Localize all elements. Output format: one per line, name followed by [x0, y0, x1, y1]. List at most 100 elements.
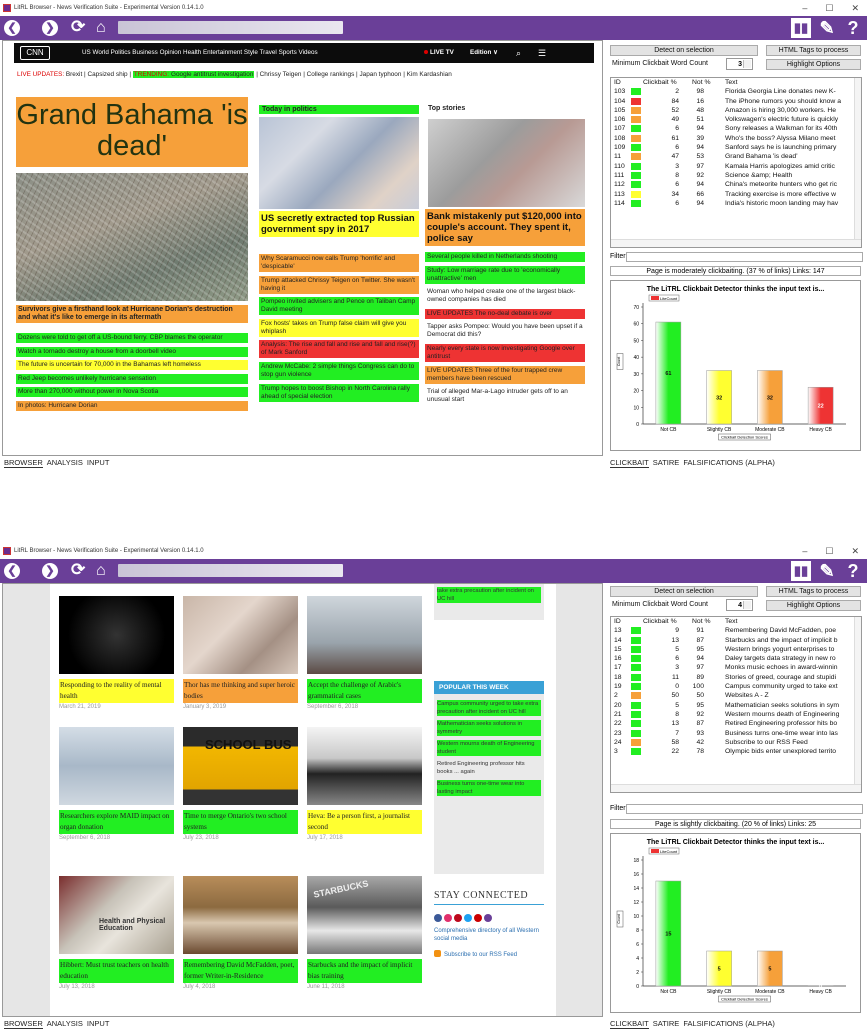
reload-icon[interactable]: ⟳ [71, 18, 85, 36]
close-button[interactable]: ✕ [851, 0, 859, 16]
story-image[interactable]: Health and Physical Education [59, 876, 174, 954]
story-caption[interactable]: Remembering David McFadden, poet, former… [183, 959, 298, 983]
rss-link[interactable]: Subscribe to our RSS Feed [434, 950, 549, 959]
vertical-scrollbar[interactable] [854, 617, 861, 784]
tools-icon[interactable]: ✎ [817, 18, 837, 38]
table-row[interactable]: 109 6 94 Sanford says he is launching prima… [611, 143, 861, 152]
story-tile[interactable]: Health and Physical Education Hibbert: Mu… [59, 876, 174, 990]
trending-link[interactable]: Chrissy Teigen [260, 71, 302, 78]
table-row[interactable]: 107 6 94 Sony releases a Walkman for its 40… [611, 124, 861, 133]
story-image[interactable]: STARBUCKS [307, 876, 422, 954]
story-caption[interactable]: Researchers explore MAID impact on organ… [59, 810, 174, 834]
home-icon[interactable]: ⌂ [96, 19, 106, 36]
back-icon[interactable]: ❮ [4, 563, 20, 579]
table-row[interactable]: 103 2 98 Florida Georgia Line donates new K… [611, 87, 861, 96]
maximize-button[interactable]: ☐ [825, 0, 833, 16]
close-button[interactable]: ✕ [851, 543, 859, 559]
stats-icon[interactable]: ▮▮ [791, 561, 811, 581]
story-link[interactable]: Nearly every state is now investigating … [425, 343, 585, 362]
main-caption[interactable]: Survivors give a firsthand look at Hurri… [16, 305, 248, 323]
horizontal-scrollbar[interactable] [611, 239, 861, 247]
search-icon[interactable]: ⌕ [516, 43, 521, 63]
story-image[interactable] [307, 727, 422, 805]
facebook-icon[interactable] [434, 914, 442, 922]
politics-photo[interactable] [259, 117, 419, 209]
forward-icon[interactable]: ❯ [42, 20, 58, 36]
tab-input[interactable]: INPUT [87, 1019, 110, 1029]
story-link[interactable]: The future is uncertain for 70,000 in th… [16, 360, 248, 371]
col-not-header[interactable]: Not % [692, 617, 722, 626]
story-image[interactable] [59, 596, 174, 674]
story-image[interactable] [183, 596, 298, 674]
top-stories-photo[interactable] [428, 119, 585, 207]
top-headline[interactable]: Bank mistakenly put $120,000 into couple… [425, 209, 585, 246]
tab-input[interactable]: INPUT [87, 458, 110, 468]
story-link[interactable]: Watch a tornado destroy a house from a d… [16, 346, 248, 357]
tab-browser[interactable]: BROWSER [4, 1019, 43, 1029]
story-tile[interactable]: Responding to the reality of mental heal… [59, 596, 174, 710]
table-row[interactable]: 11 47 53 Grand Bahama 'is dead' [611, 152, 861, 161]
table-row[interactable]: 19 0 100 Campus community urged to take ext [611, 682, 861, 691]
story-link[interactable]: Business turns one-time wear into lastin… [437, 780, 541, 796]
instagram-icon[interactable] [444, 914, 452, 922]
min-word-spinner[interactable]: 3 [726, 58, 753, 70]
table-row[interactable]: 14 13 87 Starbucks and the impact of implic… [611, 636, 861, 645]
tab-satire[interactable]: SATIRE [653, 1019, 680, 1029]
story-link[interactable]: Why Scaramucci now calls Trump 'horrific… [259, 254, 419, 272]
minimize-button[interactable]: – [802, 543, 807, 559]
detect-button[interactable]: Detect on selection [610, 586, 758, 597]
maximize-button[interactable]: ☐ [825, 543, 833, 559]
story-link[interactable]: Trump attacked Chrissy Teigen on Twitter… [259, 275, 419, 294]
table-row[interactable]: 24 58 42 Subscribe to our RSS Feed [611, 738, 861, 747]
update-link[interactable]: Brexit [66, 71, 82, 78]
table-row[interactable]: 15 5 95 Western brings yogurt enterprises t… [611, 645, 861, 654]
story-link[interactable]: LIVE UPDATES Three of the four trapped c… [425, 365, 585, 384]
story-tile[interactable]: Heva: Be a person first, a journalist se… [307, 727, 422, 841]
detect-button[interactable]: Detect on selection [610, 45, 758, 56]
story-link[interactable]: Trump hopes to boost Bishop in North Car… [259, 383, 419, 402]
story-link[interactable]: Western mourns death of Engineering stud… [437, 740, 541, 756]
story-caption[interactable]: Starbucks and the impact of implicit bia… [307, 959, 422, 983]
links-table[interactable]: ID Clickbait % Not % Text 103 2 98 Florida Geor… [610, 77, 862, 248]
min-word-spinner[interactable]: 4 [726, 599, 753, 611]
trending-link[interactable]: Google antitrust investigation [170, 71, 255, 78]
filter-input[interactable] [626, 252, 863, 262]
main-headline[interactable]: Grand Bahama 'is dead' [16, 97, 248, 167]
story-link[interactable]: Woman who helped create one of the large… [425, 287, 585, 305]
table-row[interactable]: 105 52 48 Amazon is hiring 30,000 workers. … [611, 106, 861, 115]
youtube-icon[interactable] [474, 914, 482, 922]
story-image[interactable]: SCHOOL BUS [183, 727, 298, 805]
story-tile[interactable]: Thor has me thinking and super heroic bo… [183, 596, 298, 710]
table-row[interactable]: 23 7 93 Business turns one-time wear into l… [611, 729, 861, 738]
story-link[interactable]: More than 270,000 without power in Nova … [16, 387, 248, 398]
html-tags-button[interactable]: HTML Tags to process [766, 45, 861, 56]
story-link[interactable]: Mathematician seeks solutions in symmetr… [437, 720, 541, 736]
minimize-button[interactable]: – [802, 0, 807, 16]
table-row[interactable]: 108 61 39 Who's the boss? Alyssa Milano mee… [611, 134, 861, 143]
col-clickbait-header[interactable]: Clickbait % [643, 617, 683, 626]
table-row[interactable]: 3 22 78 Olympic bids enter unexplored terri… [611, 747, 861, 756]
story-caption[interactable]: Thor has me thinking and super heroic bo… [183, 679, 298, 703]
story-link[interactable]: Retired Engineering professor hits books… [437, 760, 541, 776]
tab-browser[interactable]: BROWSER [4, 458, 43, 468]
story-link[interactable]: Tapper asks Pompeo: Would you have been … [425, 322, 585, 340]
tab-falsifications[interactable]: FALSIFICATIONS (ALPHA) [683, 458, 775, 468]
story-tile[interactable]: STARBUCKS Starbucks and the impact of imp… [307, 876, 422, 990]
hurricane-photo[interactable] [16, 173, 248, 301]
url-bar[interactable] [118, 564, 343, 577]
vertical-scrollbar[interactable] [854, 78, 861, 239]
story-tile[interactable]: Remembering David McFadden, poet, former… [183, 876, 298, 990]
story-link[interactable]: Trial of alleged Mar-a-Lago intruder get… [425, 387, 585, 405]
story-link[interactable]: Analysis: The rise and fall and rise and… [259, 340, 419, 359]
tab-analysis[interactable]: ANALYSIS [47, 1019, 83, 1029]
tab-satire[interactable]: SATIRE [653, 458, 680, 468]
update-link[interactable]: Capsized ship [87, 71, 127, 78]
story-link[interactable]: Fox hosts' takes on Trump false claim wi… [259, 318, 419, 337]
col-not-header[interactable]: Not % [692, 78, 722, 87]
col-clickbait-header[interactable]: Clickbait % [643, 78, 683, 87]
table-row[interactable]: 22 13 87 Retired Engineering professor hits… [611, 719, 861, 728]
stats-icon[interactable]: ▮▮ [791, 18, 811, 38]
links-table[interactable]: ID Clickbait % Not % Text 13 9 91 Remembering D… [610, 616, 862, 793]
trending-link[interactable]: College rankings [307, 71, 355, 78]
story-link[interactable]: LIVE UPDATES The no-deal debate is over [425, 308, 585, 319]
